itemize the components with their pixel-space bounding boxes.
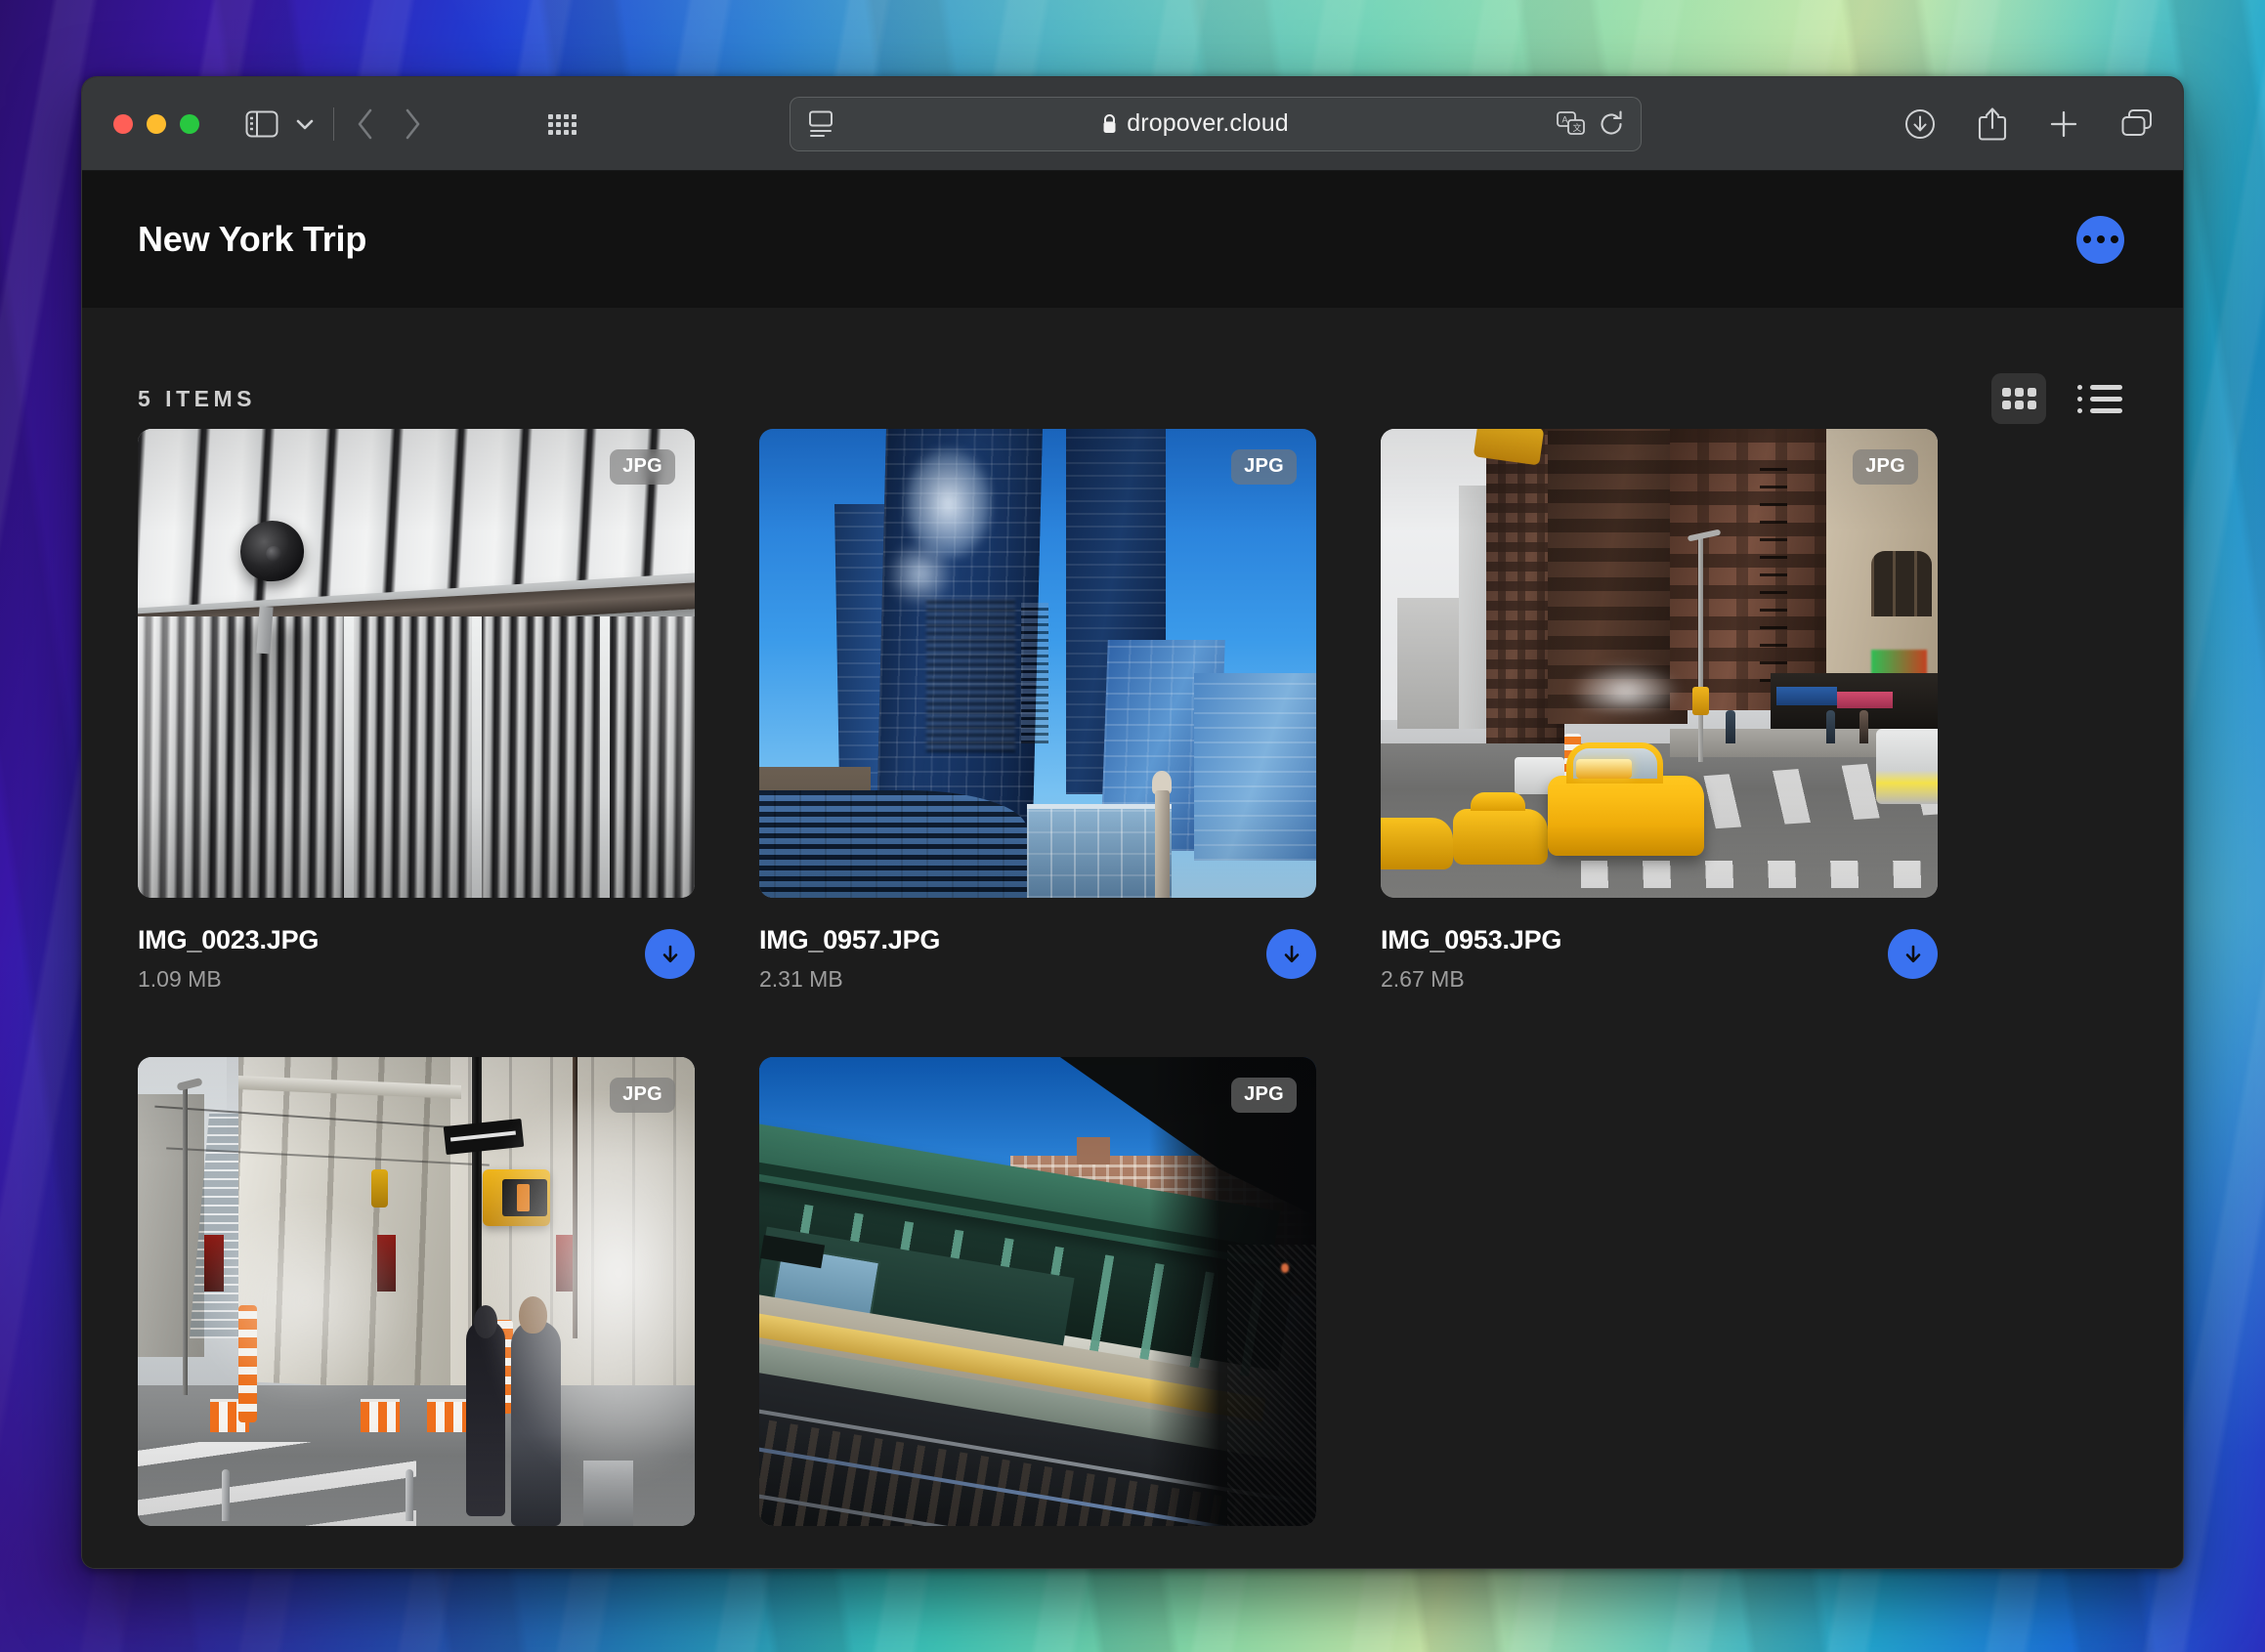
browser-toolbar: dropover.cloud A 文: [82, 77, 2183, 171]
close-button[interactable]: [113, 113, 133, 134]
file-size: 2.67 MB: [1381, 966, 1465, 992]
file-type-badge: JPG: [610, 1078, 675, 1113]
file-thumbnail[interactable]: JPG: [759, 429, 1316, 898]
file-info: IMG_0957.JPG 2.31 MB: [759, 898, 1316, 993]
plus-icon[interactable]: [2048, 108, 2079, 140]
minimize-button[interactable]: [147, 113, 166, 134]
file-info: [138, 1526, 695, 1564]
reload-icon[interactable]: [1600, 109, 1625, 138]
download-button[interactable]: [1888, 929, 1938, 979]
list-view-icon: [2077, 384, 2122, 413]
translate-icon[interactable]: A 文: [1557, 110, 1586, 138]
svg-text:A: A: [1562, 114, 1568, 124]
tab-overview-icon[interactable]: [2120, 108, 2154, 140]
dot: [2110, 235, 2118, 243]
file-name: IMG_0023.JPG: [138, 925, 320, 954]
grid-view-icon: [2001, 388, 2036, 409]
page-title: New York Trip: [138, 219, 367, 259]
collection-header: New York Trip: [82, 171, 2183, 308]
toolbar-actions: [1903, 106, 2154, 142]
file-type-badge: JPG: [1853, 449, 1918, 485]
file-type-badge: JPG: [610, 449, 675, 485]
grid-view-button[interactable]: [1991, 373, 2046, 424]
window-controls: [113, 113, 199, 134]
file-thumbnail[interactable]: JPG: [138, 429, 695, 898]
file-size: 1.09 MB: [138, 966, 222, 992]
svg-text:文: 文: [1573, 122, 1582, 133]
toolbar-divider: [333, 106, 334, 141]
share-icon[interactable]: [1978, 106, 2007, 142]
back-arrow-icon[interactable]: [356, 107, 375, 141]
file-type-badge: JPG: [1231, 449, 1297, 485]
reader-view-icon[interactable]: [808, 109, 833, 139]
lock-icon: [1103, 113, 1116, 133]
download-button[interactable]: [1266, 929, 1316, 979]
web-page-content: New York Trip 5 ITEMS JPG IMG_0023.JPG 1…: [82, 171, 2183, 1568]
file-card: JPG IMG_0953.JPG 2.67 MB: [1381, 429, 1938, 993]
item-count-label: 5 ITEMS: [138, 385, 256, 411]
file-card: JPG: [759, 1057, 1316, 1564]
url-display[interactable]: dropover.cloud: [833, 109, 1557, 138]
view-mode-toggle: [1991, 373, 2127, 424]
safari-browser-window: dropover.cloud A 文 New York Trip 5 ITEMS…: [81, 76, 2184, 1569]
file-thumbnail[interactable]: JPG: [138, 1057, 695, 1526]
chevron-down-icon[interactable]: [288, 117, 321, 131]
file-thumbnail[interactable]: JPG: [1381, 429, 1938, 898]
more-options-button[interactable]: [2076, 215, 2124, 264]
list-view-button[interactable]: [2073, 373, 2127, 424]
maximize-button[interactable]: [180, 113, 199, 134]
file-type-badge: JPG: [1231, 1078, 1297, 1113]
file-card: JPG IMG_0957.JPG 2.31 MB: [759, 429, 1316, 993]
dot: [2096, 235, 2105, 243]
file-card: JPG IMG_0023.JPG 1.09 MB: [138, 429, 695, 993]
downloads-icon[interactable]: [1903, 107, 1937, 141]
file-info: IMG_0023.JPG 1.09 MB: [138, 898, 695, 993]
file-info: [759, 1526, 1316, 1564]
file-thumbnail[interactable]: JPG: [759, 1057, 1316, 1526]
address-bar[interactable]: dropover.cloud A 文: [790, 96, 1642, 151]
file-size: 2.31 MB: [759, 966, 843, 992]
tab-grid-icon[interactable]: [547, 110, 578, 138]
file-info: IMG_0953.JPG 2.67 MB: [1381, 898, 1938, 993]
desktop-wallpaper: dropover.cloud A 文 New York Trip 5 ITEMS…: [0, 0, 2265, 1652]
collection-body: 5 ITEMS JPG IMG_0023.JPG 1.09 MB JPG IMG…: [82, 308, 2183, 1564]
sidebar-toggle-icon[interactable]: [245, 110, 278, 138]
file-name: IMG_0957.JPG: [759, 925, 941, 954]
file-card: JPG: [138, 1057, 695, 1564]
file-name: IMG_0953.JPG: [1381, 925, 1562, 954]
dot: [2082, 235, 2091, 243]
addressbar-actions: A 文: [1557, 109, 1625, 138]
collection-meta-row: 5 ITEMS: [138, 308, 2127, 424]
forward-arrow-icon[interactable]: [403, 107, 422, 141]
file-grid: JPG IMG_0023.JPG 1.09 MB JPG IMG_0957.JP…: [138, 429, 2127, 1564]
url-text: dropover.cloud: [1127, 109, 1289, 137]
download-button[interactable]: [645, 929, 695, 979]
